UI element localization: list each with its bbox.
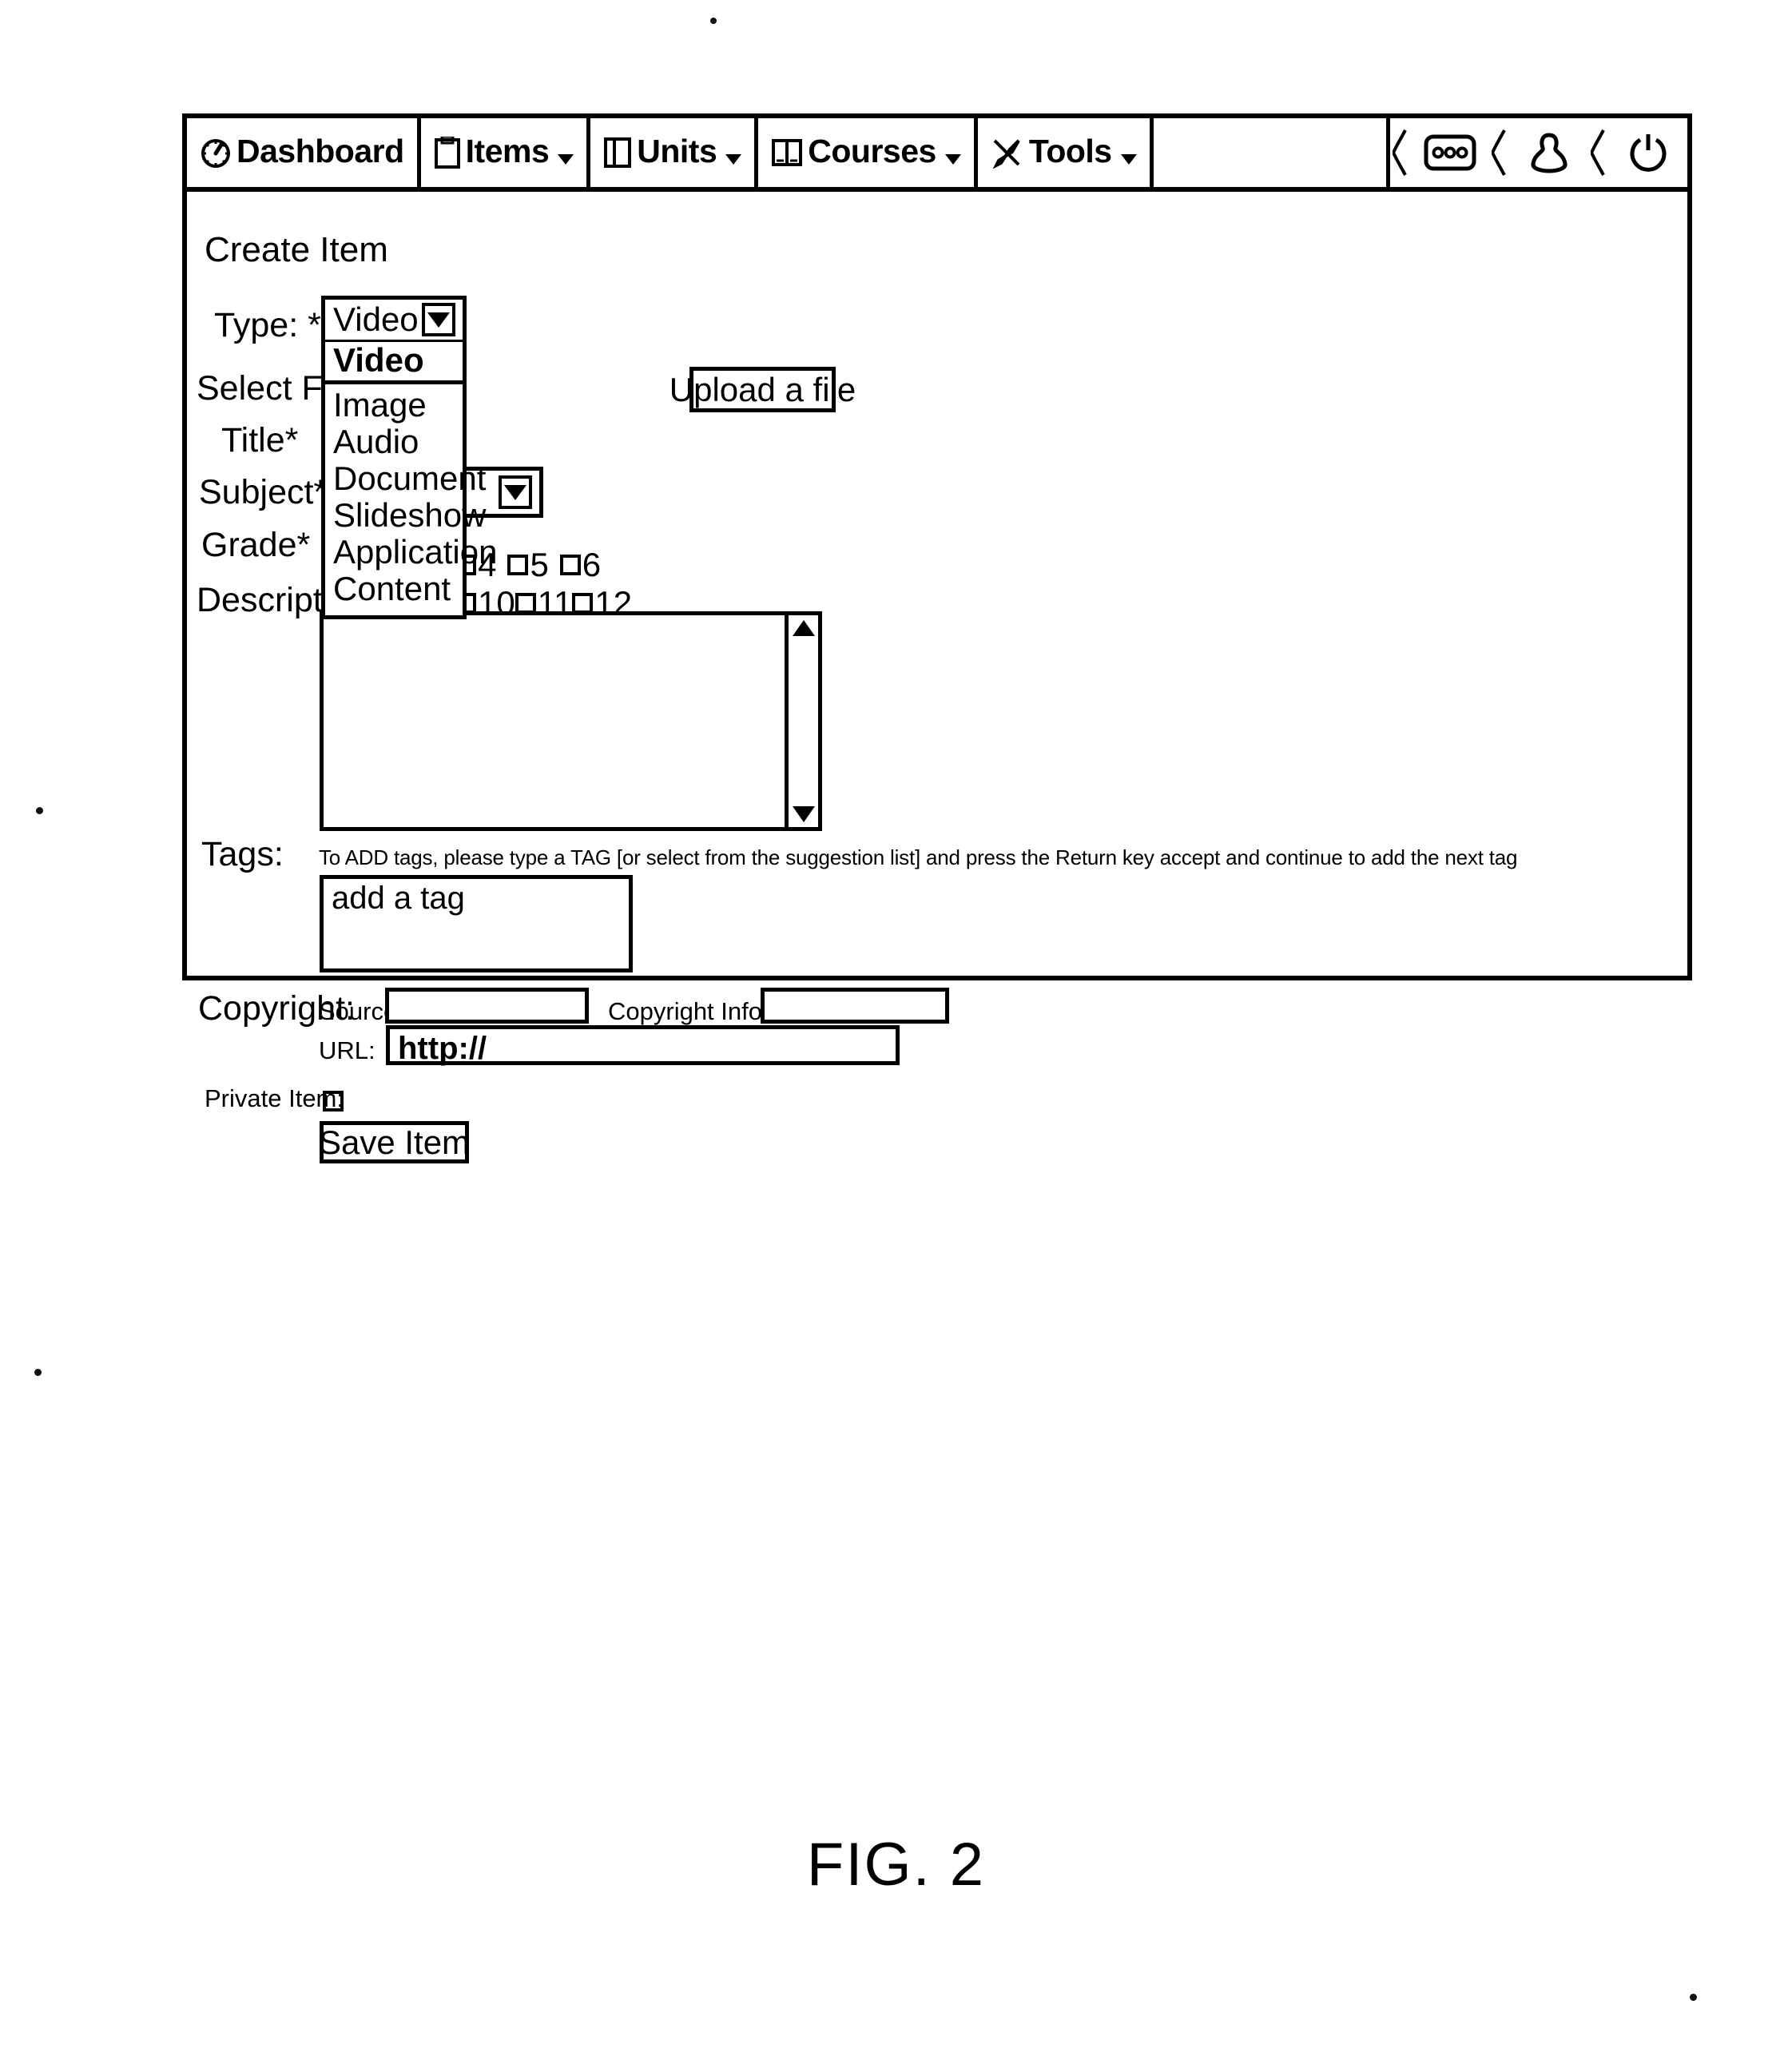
- grade-checkbox-6[interactable]: 6: [559, 546, 602, 583]
- nav-item-units-label: Units: [637, 132, 717, 169]
- power-logout-icon: [1627, 131, 1670, 174]
- tag-input-value: add a tag: [332, 881, 465, 916]
- nav-item-tools[interactable]: Tools: [978, 118, 1154, 187]
- nav-item-items-label: Items: [465, 132, 550, 169]
- clipboard-icon: [434, 137, 461, 169]
- power-logout-button[interactable]: [1609, 118, 1687, 187]
- grade-label: Grade*: [201, 526, 311, 564]
- chevron-down-icon: [1120, 153, 1137, 165]
- source-input-value: [389, 992, 585, 993]
- type-select[interactable]: Video: [321, 296, 467, 344]
- tags-label: Tags:: [201, 835, 284, 873]
- grade-label-6: 6: [582, 546, 602, 583]
- scan-speck: [36, 807, 43, 814]
- type-option-slideshow[interactable]: Slideshow: [325, 497, 486, 534]
- save-item-button[interactable]: Save Item: [319, 1121, 470, 1163]
- checkbox-icon[interactable]: [507, 555, 529, 575]
- type-option-video[interactable]: Video: [325, 342, 463, 384]
- type-option-audio[interactable]: Audio: [325, 424, 463, 460]
- chevron-down-icon: [944, 153, 961, 165]
- copyright-info-input-value: [765, 992, 945, 993]
- pencil-cross-icon: [991, 137, 1024, 169]
- description-scrollbar[interactable]: [785, 615, 818, 827]
- private-item-checkbox[interactable]: [323, 1091, 344, 1112]
- nav-item-dashboard-label: Dashboard: [236, 132, 404, 169]
- brace-separator: [1390, 118, 1411, 187]
- type-option-content[interactable]: Content: [325, 571, 463, 607]
- type-select-value: Video: [333, 300, 419, 338]
- messages-dots-button[interactable]: [1411, 118, 1489, 187]
- messages-dots-icon: [1424, 134, 1476, 171]
- type-option-image[interactable]: Image: [325, 387, 463, 424]
- type-label: Type: *: [214, 306, 321, 344]
- nav-icon-group: [1390, 118, 1687, 187]
- chevron-down-icon: [725, 153, 742, 165]
- nav-empty-space: [1154, 118, 1390, 187]
- book-closed-icon: [603, 137, 632, 169]
- page-title: Create Item: [205, 230, 388, 269]
- url-input[interactable]: http://: [386, 1025, 900, 1066]
- nav-item-units[interactable]: Units: [590, 118, 759, 187]
- chevron-down-icon: [422, 303, 455, 336]
- nav-item-tools-label: Tools: [1028, 132, 1112, 169]
- main-navigation-bar: Dashboard Items Units Courses Tools: [187, 118, 1687, 192]
- dashboard-gauge-icon: [200, 137, 232, 169]
- nav-item-courses[interactable]: Courses: [758, 118, 978, 187]
- copyright-info-label: Copyright Info:: [608, 997, 769, 1025]
- page-content: Create Item Type: * Video Video Image Au…: [187, 192, 1687, 1163]
- title-label: Title*: [221, 421, 299, 459]
- book-open-icon: [771, 137, 803, 169]
- figure-caption: FIG. 2: [806, 1831, 986, 1899]
- nav-item-items[interactable]: Items: [421, 118, 591, 187]
- chevron-down-icon: [499, 475, 532, 509]
- brace-separator: [1489, 118, 1510, 187]
- url-label: URL:: [319, 1036, 375, 1064]
- description-textarea-body[interactable]: [324, 615, 785, 827]
- description-textarea[interactable]: [320, 611, 822, 831]
- type-option-document[interactable]: Document: [325, 460, 486, 497]
- copyright-info-input[interactable]: [761, 988, 949, 1024]
- brace-separator: [1588, 118, 1609, 187]
- scroll-down-arrow-icon[interactable]: [792, 806, 815, 822]
- scan-speck: [34, 1369, 42, 1376]
- application-window: Dashboard Items Units Courses Tools Crea…: [182, 113, 1692, 1163]
- checkbox-icon[interactable]: [559, 555, 581, 575]
- user-profile-button[interactable]: [1510, 118, 1588, 187]
- tag-input[interactable]: add a tag: [320, 875, 633, 972]
- chevron-down-icon: [558, 153, 574, 165]
- scan-speck: [710, 18, 717, 24]
- scroll-up-arrow-icon[interactable]: [792, 620, 815, 636]
- grade-label-5: 5: [530, 546, 549, 583]
- type-option-application[interactable]: Application: [325, 534, 497, 571]
- upload-a-file-button[interactable]: Upload a file: [670, 367, 856, 412]
- nav-item-dashboard[interactable]: Dashboard: [187, 118, 421, 187]
- scan-speck: [1690, 1994, 1697, 2001]
- user-profile-icon: [1528, 132, 1570, 173]
- type-select-dropdown[interactable]: Video Image Audio Document Slideshow App…: [321, 342, 497, 619]
- nav-item-courses-label: Courses: [808, 132, 936, 169]
- tags-help-text: To ADD tags, please type a TAG [or selec…: [319, 845, 1518, 869]
- source-input[interactable]: [385, 988, 589, 1024]
- subject-label: Subject*: [199, 473, 328, 511]
- grade-checkbox-5[interactable]: 5: [507, 546, 549, 583]
- url-input-value: http://: [398, 1031, 487, 1066]
